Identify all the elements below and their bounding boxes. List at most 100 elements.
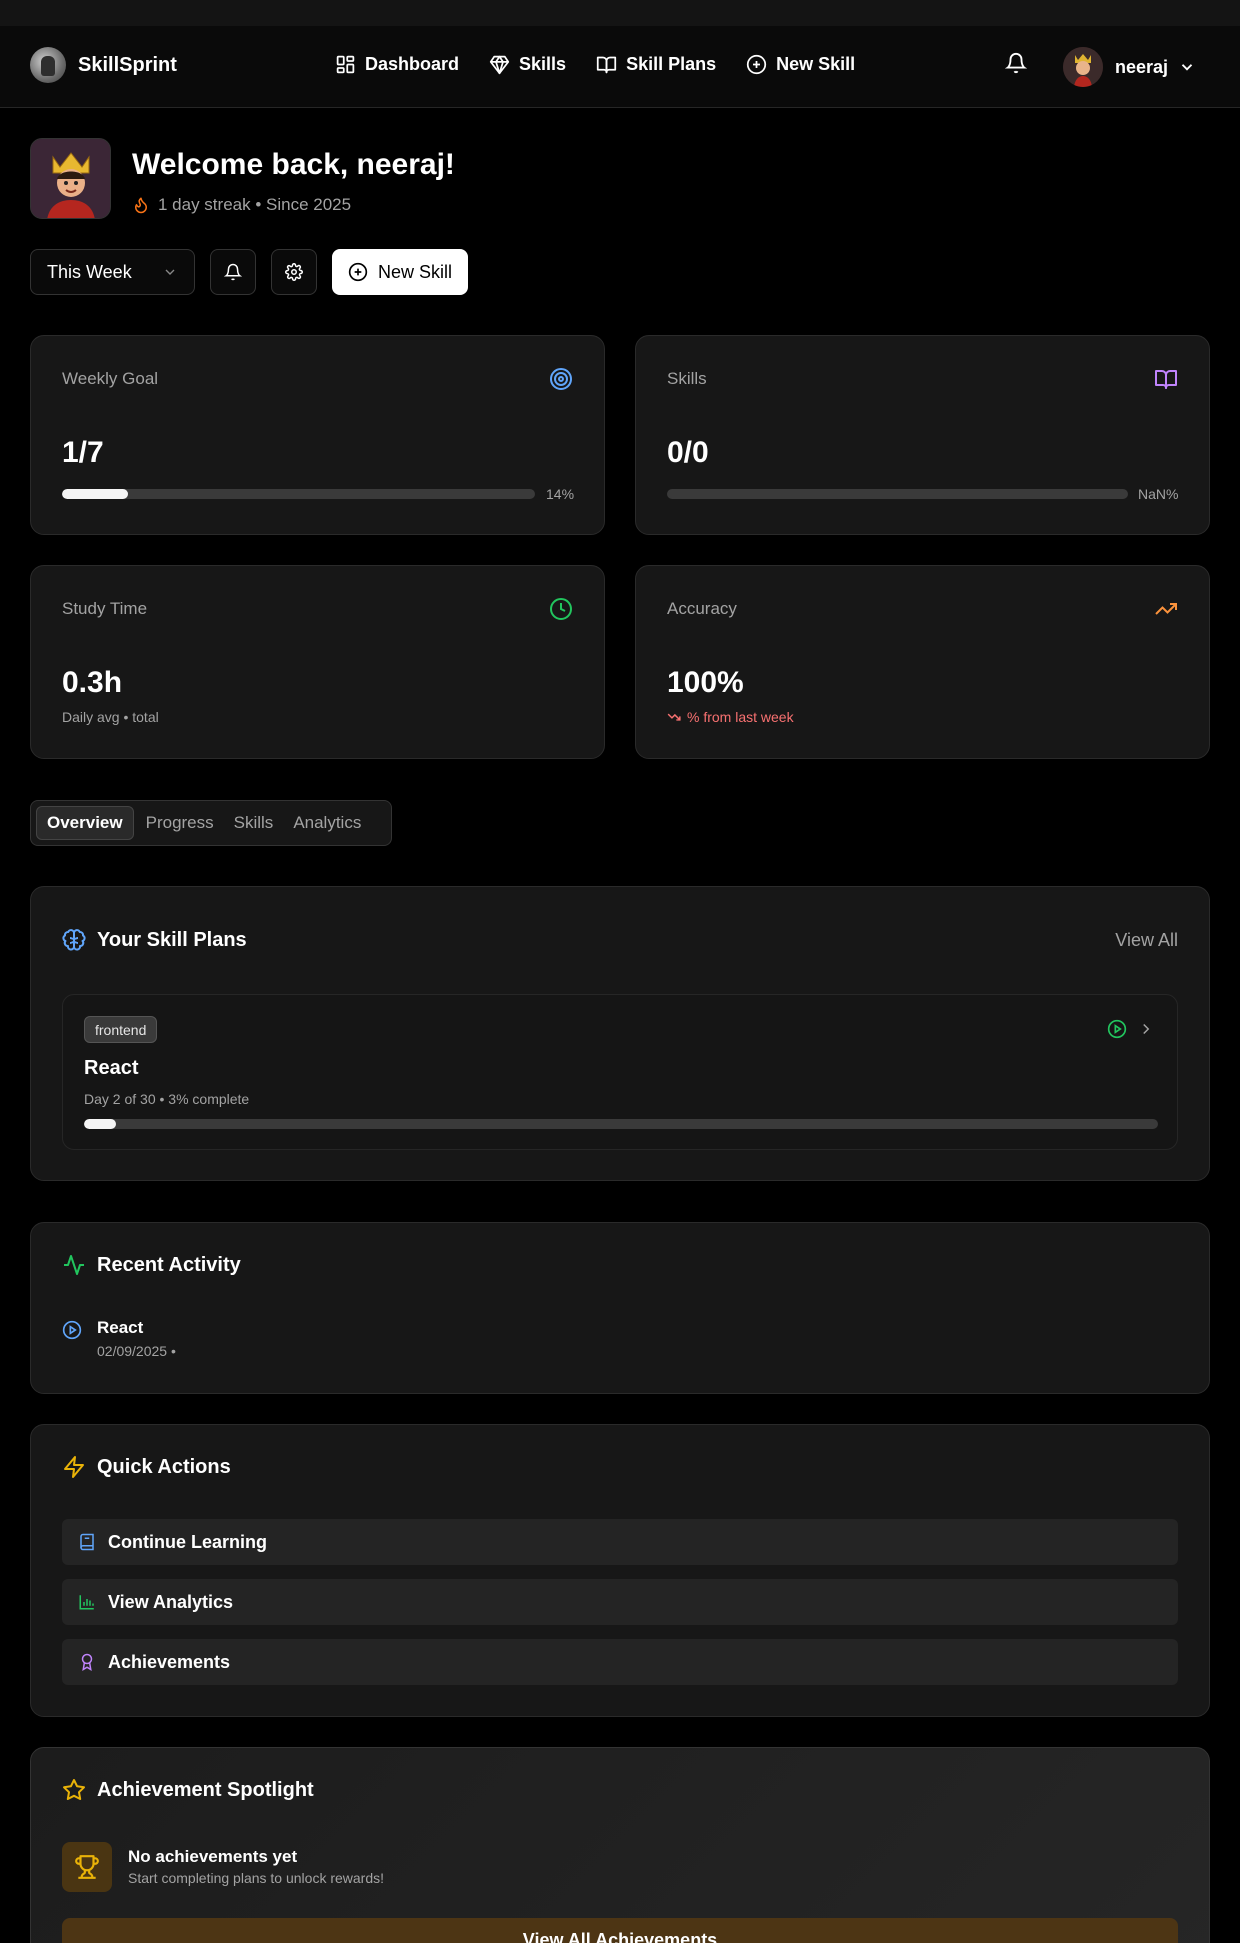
book-open-icon [1155,370,1177,389]
skill-plans-section: Your Skill Plans View All frontend React… [30,886,1210,1181]
trending-up-icon [1155,603,1177,615]
skills-label: Skills [667,369,707,388]
tab-analytics[interactable]: Analytics [285,807,361,839]
welcome-header: Welcome back, neeraj! 1 day streak • Sin… [30,138,455,219]
accuracy-label: Accuracy [667,599,737,618]
book-open-icon [596,56,617,74]
continue-learning-button[interactable]: Continue Learning [62,1519,1178,1565]
no-achievements-subtitle: Start completing plans to unlock rewards… [128,1870,385,1886]
weekly-goal-value: 1/7 [62,436,104,469]
bell-icon [224,263,242,281]
new-skill-button[interactable]: New Skill [332,249,469,295]
user-avatar [1063,47,1103,87]
streak-info: 1 day streak • Since 2025 [132,195,455,215]
top-navbar: SkillSprint Dashboard Skills Skill Plans… [0,26,1240,108]
period-select-value: This Week [47,261,132,282]
skills-progress [667,489,1128,499]
brand-logo [30,47,66,83]
brand[interactable]: SkillSprint [30,47,177,83]
continue-learning-label: Continue Learning [108,1531,267,1552]
brain-icon [62,929,86,951]
plan-progress-bar [84,1119,1158,1129]
book-icon [80,1533,94,1551]
streak-text: 1 day streak • Since 2025 [158,195,352,214]
nav-skill-plans[interactable]: Skill Plans [596,54,716,75]
lightning-icon [64,1456,84,1478]
gear-icon [285,263,303,281]
tab-overview[interactable]: Overview [36,806,134,840]
period-select[interactable]: This Week [30,249,195,295]
nav-skill-plans-label: Skill Plans [626,54,717,74]
plan-name: React [84,1057,139,1079]
activity-item-name: React [97,1318,144,1337]
notification-bell-icon[interactable] [1005,52,1027,74]
nav-new-skill-label: New Skill [776,54,856,74]
skill-plans-heading: Your Skill Plans [62,928,247,952]
trophy-icon [75,1855,99,1879]
settings-button[interactable] [271,249,317,295]
target-icon [550,368,572,390]
accuracy-change: % from last week [667,709,794,725]
view-all-achievements-button[interactable]: View All Achievements [62,1918,1178,1943]
study-time-card: Study Time 0.3h Daily avg • total [30,565,605,759]
nav-dashboard-label: Dashboard [365,54,460,74]
skills-value: 0/0 [667,436,709,469]
new-skill-button-label: New Skill [378,261,453,282]
chevron-right-icon[interactable] [1137,1020,1155,1038]
award-icon [81,1653,93,1671]
study-time-label: Study Time [62,599,148,618]
view-all-plans-link[interactable]: View All [1115,930,1178,951]
play-circle-icon [62,1320,82,1340]
quick-actions-heading: Quick Actions [62,1455,231,1479]
weekly-goal-progress-fill [62,489,129,499]
user-name: neeraj [1115,56,1169,77]
skill-plan-card[interactable]: frontend React Day 2 of 30 • 3% complete [62,994,1178,1150]
view-all-achievements-label: View All Achievements [522,1930,718,1943]
achievements-label: Achievements [108,1651,231,1672]
recent-activity-section: Recent Activity React 02/09/2025 • [30,1222,1210,1394]
skill-plans-title: Your Skill Plans [97,928,247,951]
brand-name: SkillSprint [78,53,177,76]
study-time-note: Daily avg • total [62,709,159,725]
play-circle-icon[interactable] [1107,1019,1127,1039]
user-menu[interactable]: neeraj [1063,47,1196,87]
accuracy-value: 100% [667,666,744,699]
nav-skills-label: Skills [519,54,567,74]
browser-top-strip [0,0,1240,26]
weekly-goal-label: Weekly Goal [62,369,159,388]
nav-skills[interactable]: Skills [489,54,566,75]
welcome-title: Welcome back, neeraj! [132,148,455,181]
weekly-goal-progress [62,489,535,499]
accuracy-card: Accuracy 100% % from last week [635,565,1210,759]
clock-icon [550,598,572,620]
tab-skills[interactable]: Skills [226,807,274,839]
weekly-goal-percent: 14% [546,486,575,502]
activity-icon [64,1255,84,1275]
trophy-badge [62,1842,112,1892]
nav-dashboard[interactable]: Dashboard [335,54,459,75]
achievement-spotlight-section: Achievement Spotlight No achievements ye… [30,1747,1210,1943]
notifications-button[interactable] [210,249,256,295]
no-achievements-title: No achievements yet [128,1847,298,1866]
skills-percent: NaN% [1138,486,1179,502]
gem-icon [489,55,510,75]
weekly-goal-card: Weekly Goal 1/7 14% [30,335,605,535]
quick-actions-section: Quick Actions Continue Learning View Ana… [30,1424,1210,1717]
main-nav: Dashboard Skills Skill Plans New Skill [335,54,855,75]
trending-down-icon [667,713,681,721]
achievements-button[interactable]: Achievements [62,1639,1178,1685]
star-icon [63,1779,85,1800]
recent-activity-heading: Recent Activity [62,1253,241,1277]
activity-item-date: 02/09/2025 • [97,1343,176,1359]
skills-card: Skills 0/0 NaN% [635,335,1210,535]
achievement-spotlight-title: Achievement Spotlight [97,1778,314,1801]
tab-progress[interactable]: Progress [146,807,214,839]
plan-category-badge: frontend [84,1016,158,1043]
chevron-down-icon [1181,64,1193,71]
profile-avatar [30,138,111,219]
nav-new-skill[interactable]: New Skill [746,54,855,75]
dashboard-controls: This Week New Skill [30,249,469,295]
flame-icon [135,197,147,214]
view-analytics-button[interactable]: View Analytics [62,1579,1178,1625]
quick-actions-title: Quick Actions [97,1455,231,1478]
